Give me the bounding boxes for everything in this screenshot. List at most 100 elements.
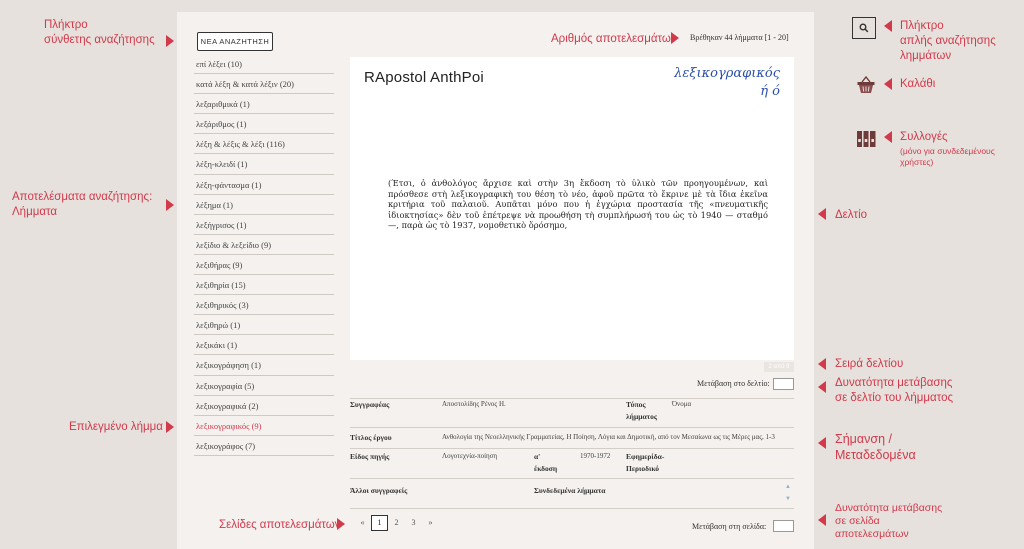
arrow-left-icon bbox=[884, 20, 892, 32]
page-button[interactable]: 1 bbox=[371, 515, 388, 531]
annotation-tagging: Σήμανση / Μεταδεδομένα bbox=[835, 431, 916, 463]
lemma-item[interactable]: λεξαριθμικά (1) bbox=[194, 94, 334, 115]
arrow-right-icon bbox=[166, 35, 174, 47]
lemma-item[interactable]: λέξη & λέξις & λέξι (116) bbox=[194, 134, 334, 155]
goto-card-label: Μετάβαση στο δελτίο: bbox=[697, 379, 770, 388]
annotation-selected-lemma: Επιλεγμένο λήμμα bbox=[69, 421, 163, 433]
divider bbox=[350, 427, 794, 428]
newspaper-label-1: Εφημερίδα- bbox=[626, 452, 665, 461]
annotation-cart: Καλάθι bbox=[900, 78, 936, 90]
card-source-code: RApostol AnthPoi bbox=[364, 69, 484, 86]
results-count: Βρέθηκαν 44 λήμματα [1 - 20] bbox=[690, 33, 789, 42]
page-button[interactable]: 3 bbox=[405, 515, 422, 531]
annotation-search-results: Αποτελέσματα αναζήτησης: Λήμματα bbox=[12, 190, 152, 220]
annotation-line: σε δελτίο του λήμματος bbox=[835, 392, 954, 404]
card-order-nav[interactable]: 2 από 9 bbox=[764, 362, 794, 372]
arrow-right-icon bbox=[671, 32, 679, 44]
annotation-line: (μόνο για συνδεδεμένους bbox=[900, 146, 995, 156]
annotation-line: σύνθετης αναζήτησης bbox=[44, 34, 155, 46]
annotation-line: Πλήκτρο bbox=[44, 19, 88, 31]
lemma-item[interactable]: λεξικάκι (1) bbox=[194, 335, 334, 356]
arrow-right-icon bbox=[166, 421, 174, 433]
lemma-item[interactable]: κατά λέξη & κατά λέξιν (20) bbox=[194, 74, 334, 95]
arrow-left-icon bbox=[818, 437, 826, 449]
divider bbox=[350, 508, 794, 509]
goto-page-label: Μετάβαση στη σελίδα: bbox=[692, 522, 767, 531]
card-text: (Έτσι, ὁ ἀνθολόγος ἄρχισε καὶ στὴν 3η ἔκ… bbox=[388, 178, 768, 231]
source-type-value: Λογοτεχνία-ποίηση bbox=[442, 452, 498, 460]
scroll-down-icon[interactable]: ▼ bbox=[785, 496, 791, 502]
divider bbox=[350, 448, 794, 449]
edition-label-2: έκδοση bbox=[534, 464, 558, 473]
scroll-up-icon[interactable]: ▲ bbox=[785, 484, 791, 490]
lemma-item[interactable]: λεξικογραφία (5) bbox=[194, 376, 334, 396]
arrow-right-icon bbox=[166, 199, 174, 211]
annotation-collections: Συλλογές bbox=[900, 131, 948, 143]
simple-search-button[interactable] bbox=[852, 17, 876, 39]
annotation-goto-card: Δυνατότητα μετάβασης σε δελτίο του λήμμα… bbox=[835, 376, 953, 406]
pagination: «1 2 3» bbox=[354, 515, 439, 531]
page-next-button[interactable]: » bbox=[422, 515, 439, 531]
divider bbox=[350, 478, 794, 479]
annotation-line: Δυνατότητα μετάβασης bbox=[835, 377, 953, 389]
page-prev-button[interactable]: « bbox=[354, 515, 371, 531]
work-title-label: Τίτλος έργου bbox=[350, 433, 392, 442]
annotation-collections-note: (μόνο για συνδεδεμένους χρήστες) bbox=[900, 146, 995, 168]
annotation-results-count: Αριθμός αποτελεσμάτων bbox=[551, 33, 677, 45]
arrow-left-icon bbox=[818, 381, 826, 393]
lemma-item[interactable]: λεξάριθμος (1) bbox=[194, 114, 334, 135]
lemma-item[interactable]: επί λέξει (10) bbox=[194, 54, 334, 75]
edition-label-1: α' bbox=[534, 452, 541, 461]
metadata-table: Συγγραφέας Αποστολίδης Ρένος Η. Τύπος λή… bbox=[350, 394, 794, 510]
lemma-item[interactable]: λεξιθηρικός (3) bbox=[194, 295, 334, 316]
basket-icon[interactable] bbox=[856, 75, 876, 95]
arrow-right-icon bbox=[337, 518, 345, 530]
annotation-line: Μεταδεδομένα bbox=[835, 448, 916, 462]
lemma-type-label-1: Τύπος bbox=[626, 400, 646, 409]
lemma-item[interactable]: λεξήγρισος (1) bbox=[194, 215, 334, 235]
page-button[interactable]: 2 bbox=[388, 515, 405, 531]
lemma-item[interactable]: λεξικογράφος (7) bbox=[194, 436, 334, 456]
arrow-left-icon bbox=[884, 78, 892, 90]
lemma-card: RApostol AnthPoi λεξικογραφικός ή ό (Έτσι… bbox=[350, 57, 794, 360]
lemma-item[interactable]: λεξιθηρία (15) bbox=[194, 275, 334, 296]
annotation-line: Πλήκτρο bbox=[900, 20, 944, 32]
annotation-line: λημμάτων bbox=[900, 50, 952, 62]
goto-card-input[interactable] bbox=[773, 378, 794, 390]
lemma-item-selected[interactable]: λεξικογραφικός (9) bbox=[194, 416, 334, 436]
card-lemma-handwritten: λεξικογραφικός ή ό bbox=[660, 65, 780, 101]
lemma-item[interactable]: λεξιθηρώ (1) bbox=[194, 315, 334, 336]
divider bbox=[350, 398, 794, 399]
collections-icon[interactable] bbox=[856, 129, 877, 149]
card-lemma-line: ή ό bbox=[760, 84, 780, 99]
lemma-item[interactable]: λεξικογραφικά (2) bbox=[194, 396, 334, 416]
annotation-card-order: Σειρά δελτίου bbox=[835, 358, 904, 370]
annotation-line: Δυνατότητα μετάβασης bbox=[835, 502, 943, 514]
card-lemma-line: λεξικογραφικός bbox=[674, 66, 780, 81]
arrow-left-icon bbox=[818, 514, 826, 526]
search-icon bbox=[859, 23, 869, 33]
annotation-line: Αποτελέσματα αναζήτησης: bbox=[12, 191, 153, 203]
annotation-line: Σήμανση / bbox=[835, 432, 892, 446]
lemma-type-value: Όνομα bbox=[672, 400, 692, 408]
lemma-item[interactable]: λέξη-κλειδί (1) bbox=[194, 154, 334, 175]
annotation-line: αποτελεσμάτων bbox=[835, 528, 909, 540]
annotation-line: απλής αναζήτησης bbox=[900, 35, 996, 47]
goto-page-input[interactable] bbox=[773, 520, 794, 532]
lemma-list: επί λέξει (10) κατά λέξη & κατά λέξιν (20… bbox=[194, 54, 334, 456]
edition-value: 1970-1972 bbox=[580, 452, 611, 460]
lemma-item[interactable]: λεξίδιο & λεξείδιο (9) bbox=[194, 235, 334, 255]
arrow-left-icon bbox=[884, 131, 892, 143]
author-value: Αποστολίδης Ρένος Η. bbox=[442, 400, 506, 408]
lemma-item[interactable]: λέξη-φάντασμα (1) bbox=[194, 175, 334, 195]
arrow-left-icon bbox=[818, 208, 826, 220]
new-search-button[interactable]: ΝΕΑ ΑΝΑΖΗΤΗΣΗ bbox=[197, 32, 273, 51]
annotation-line: σε σελίδα bbox=[835, 515, 880, 527]
lemma-item[interactable]: λεξιθήρας (9) bbox=[194, 255, 334, 276]
annotation-goto-page: Δυνατότητα μετάβασης σε σελίδα αποτελεσμ… bbox=[835, 502, 942, 541]
arrow-left-icon bbox=[818, 358, 826, 370]
lemma-item[interactable]: λέξημα (1) bbox=[194, 195, 334, 215]
work-title-value: Ανθολογία της Νεοελληνικής Γραμματείας, … bbox=[442, 433, 775, 441]
newspaper-label-2: Περιοδικό bbox=[626, 464, 660, 473]
lemma-item[interactable]: λεξικογράφηση (1) bbox=[194, 355, 334, 376]
